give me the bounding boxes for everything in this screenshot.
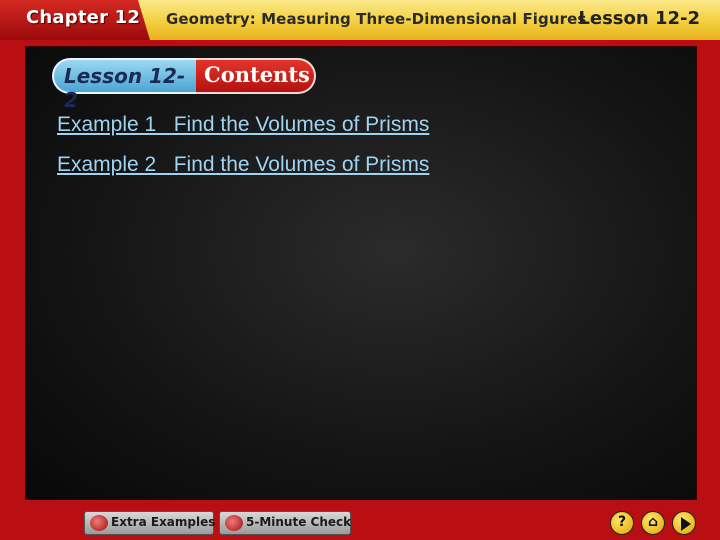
banner-lesson-label: Lesson 12-2 [64,64,186,112]
home-button[interactable]: ⌂ [641,511,665,535]
lesson-label: Lesson 12-2 [578,8,700,29]
banner-contents-label: Contents [204,62,310,87]
chapter-label: Chapter 12 [26,7,141,28]
five-minute-check-button[interactable]: 5-Minute Check [219,511,351,535]
play-arrow-icon [681,517,691,531]
example-2-link[interactable]: Example 2 Find the Volumes of Prisms [57,153,429,177]
clock-icon [225,515,243,531]
page-title: Geometry: Measuring Three-Dimensional Fi… [166,10,587,28]
examples-icon [90,515,108,531]
header-bar: Chapter 12 Geometry: Measuring Three-Dim… [0,0,720,40]
home-icon: ⌂ [647,514,659,530]
lesson-contents-banner: Lesson 12-2 Contents [52,58,316,112]
five-minute-check-label: 5-Minute Check [246,515,352,529]
extra-examples-button[interactable]: Extra Examples [84,511,216,535]
banner-lesson-section: Lesson 12-2 [52,58,196,112]
help-icon: ? [617,514,627,530]
example-1-link[interactable]: Example 1 Find the Volumes of Prisms [57,113,429,137]
next-button[interactable] [672,511,696,535]
help-button[interactable]: ? [610,511,634,535]
extra-examples-label: Extra Examples [111,515,216,529]
chapter-tab: Chapter 12 [0,0,150,40]
